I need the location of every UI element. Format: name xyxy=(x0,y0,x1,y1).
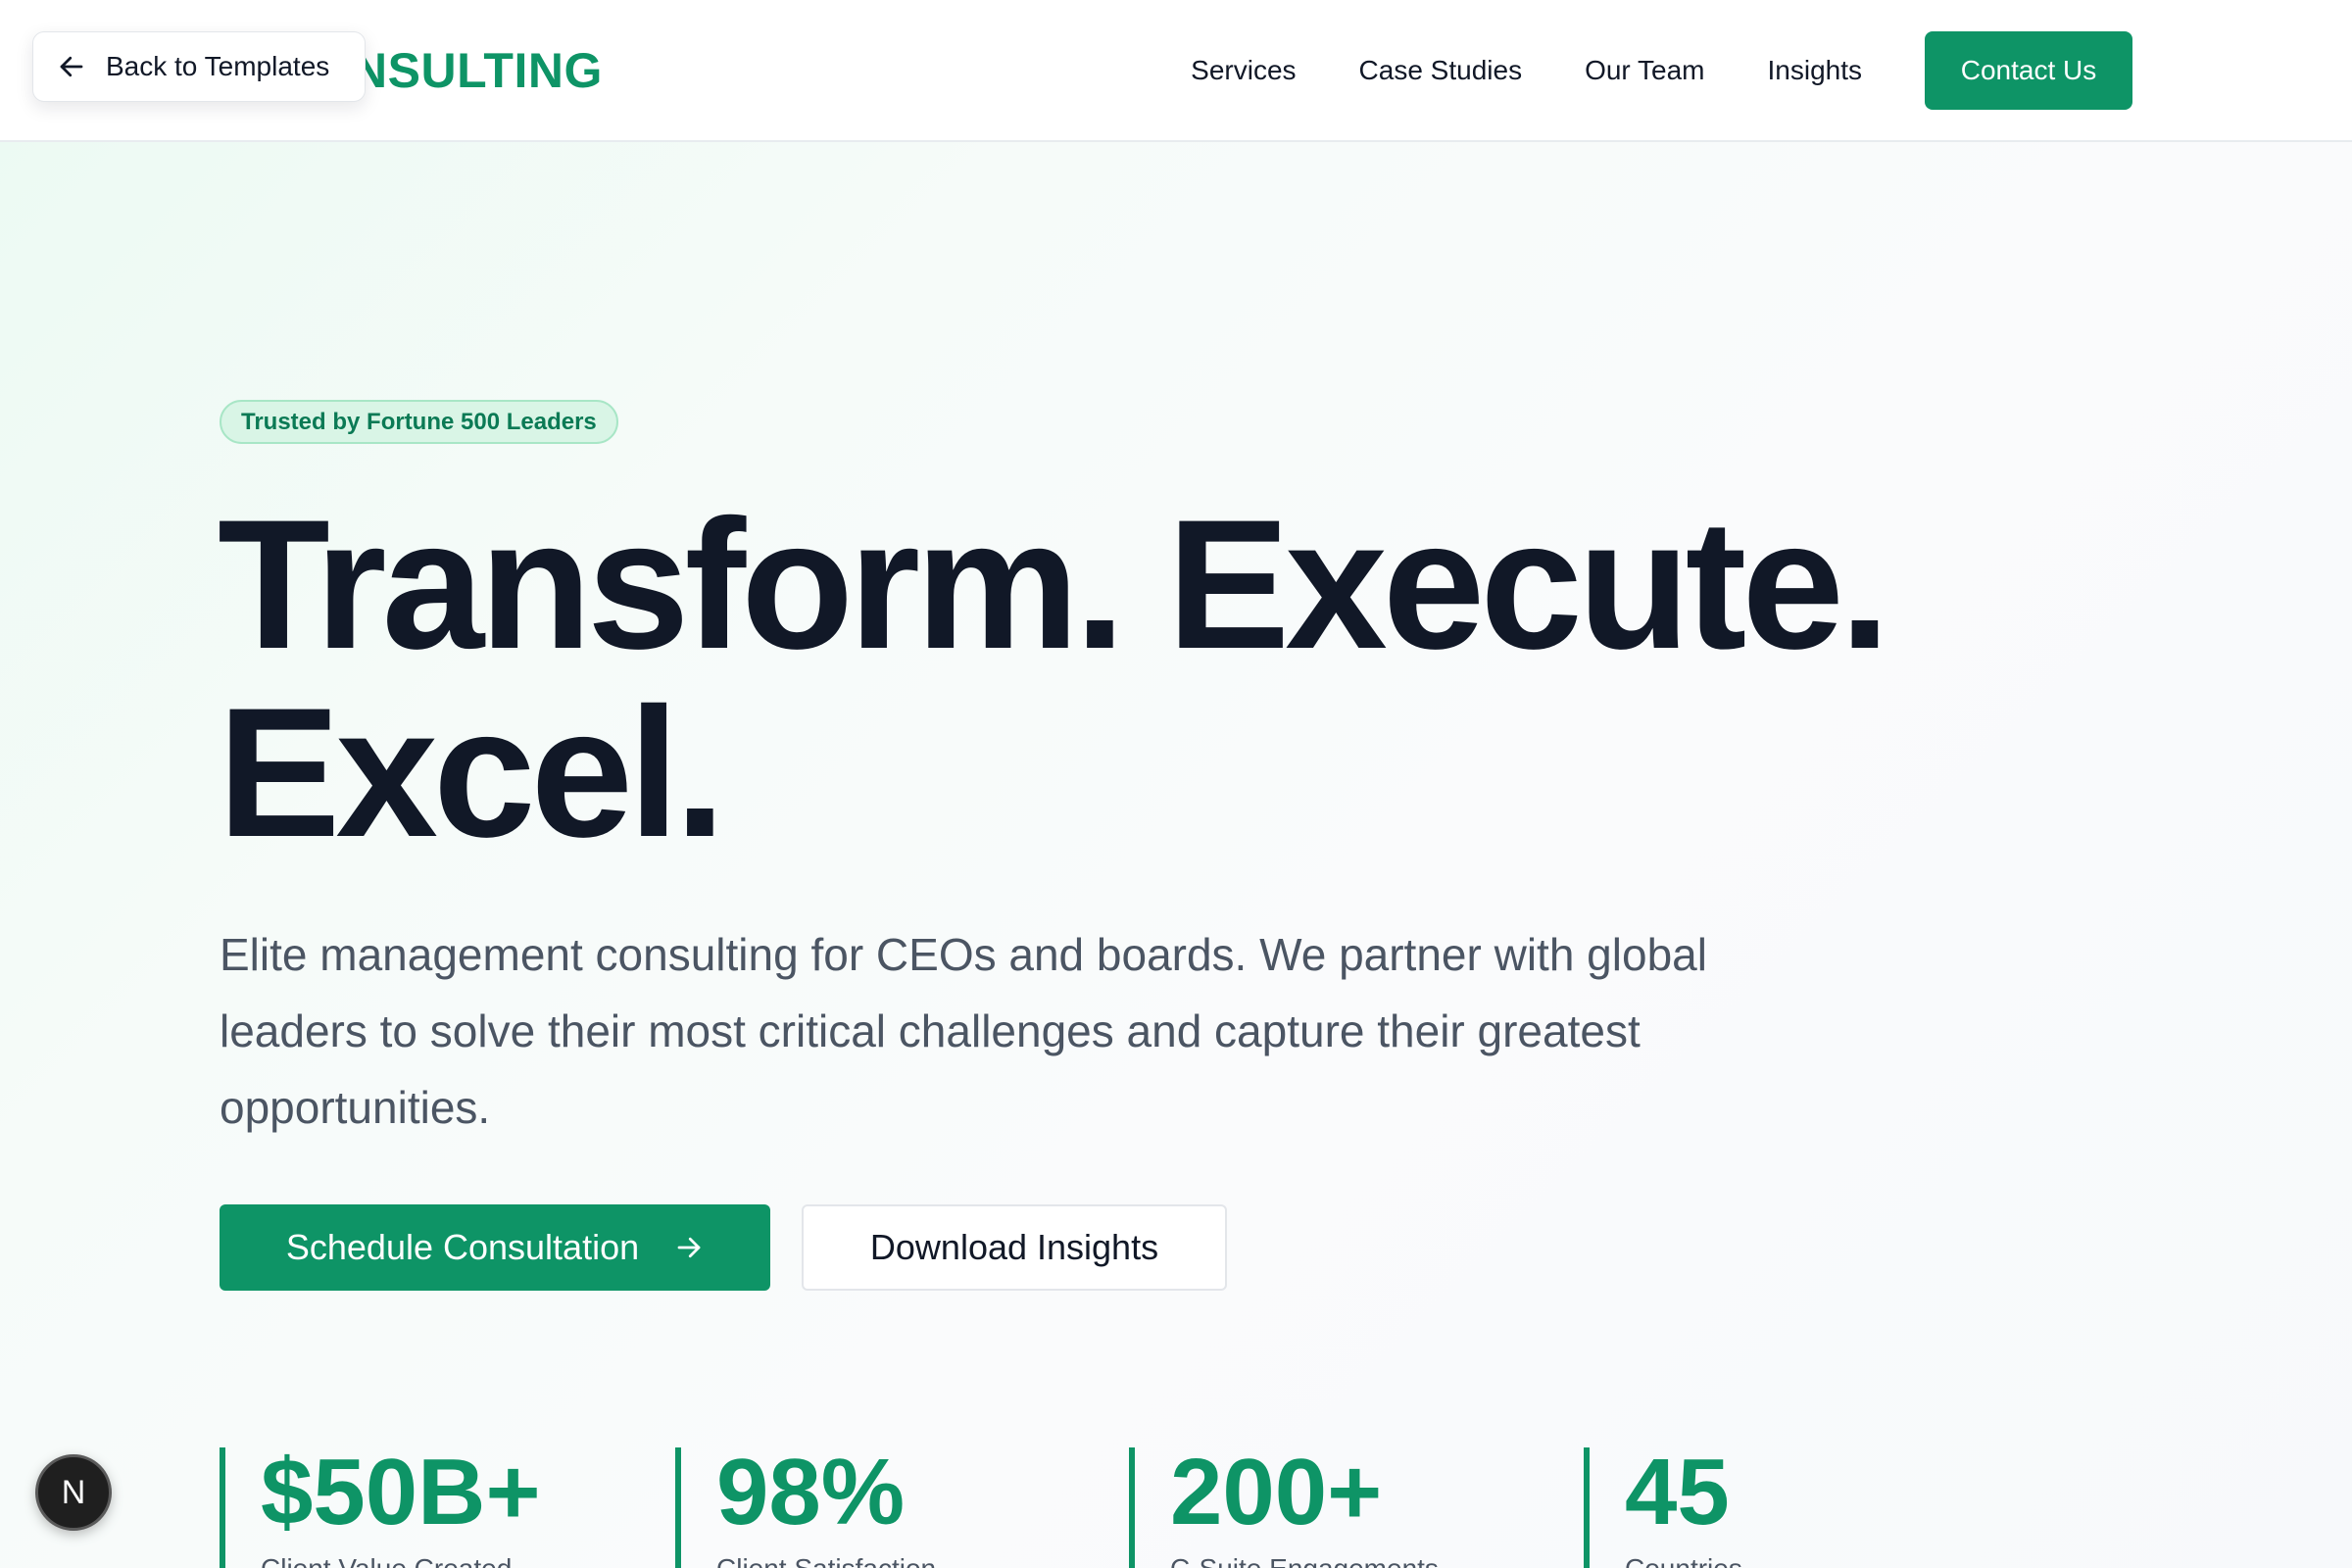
stat-client-value: $50B+ Client Value Created xyxy=(220,1440,541,1568)
stat-countries: 45 Countries xyxy=(1584,1440,1742,1568)
stat-label: C-Suite Engagements xyxy=(1170,1553,1439,1568)
stat-value: 200+ xyxy=(1170,1440,1383,1544)
main-nav: Services Case Studies Our Team Insights … xyxy=(1191,31,2132,110)
nav-link-services[interactable]: Services xyxy=(1191,55,1296,86)
back-to-templates-button[interactable]: Back to Templates xyxy=(32,31,366,102)
arrow-right-icon xyxy=(677,1237,701,1258)
schedule-consultation-label: Schedule Consultation xyxy=(285,1227,640,1267)
schedule-consultation-button[interactable]: Schedule Consultation xyxy=(220,1204,770,1291)
stat-value: 98% xyxy=(716,1440,906,1544)
stat-c-suite-engagements: 200+ C-Suite Engagements xyxy=(1129,1440,1439,1568)
hero-subtext: Elite management consulting for CEOs and… xyxy=(220,929,1707,1133)
back-to-templates-label: Back to Templates xyxy=(106,51,330,81)
nav-link-our-team[interactable]: Our Team xyxy=(1585,55,1704,86)
dev-tools-badge[interactable]: N xyxy=(35,1454,112,1531)
stat-client-satisfaction: 98% Client Satisfaction xyxy=(675,1440,936,1568)
trust-badge: Trusted by Fortune 500 Leaders xyxy=(220,400,618,444)
stat-label: Client Satisfaction xyxy=(716,1553,936,1568)
stat-label: Client Value Created xyxy=(261,1553,541,1568)
arrow-left-icon xyxy=(60,56,83,77)
nav-link-insights[interactable]: Insights xyxy=(1768,55,1863,86)
hero-headline-line-2: Excel. xyxy=(218,669,726,875)
nav-link-case-studies[interactable]: Case Studies xyxy=(1359,55,1523,86)
hero-headline-line-1: Transform. Execute. xyxy=(218,481,1890,687)
page: CONSULTING Services Case Studies Our Tea… xyxy=(0,0,2352,1568)
stat-value: $50B+ xyxy=(261,1440,541,1544)
stat-value: 45 xyxy=(1625,1440,1730,1544)
stat-label: Countries xyxy=(1625,1553,1742,1568)
contact-us-button[interactable]: Contact Us xyxy=(1925,31,2132,110)
hero-headline: Transform. Execute. Excel. xyxy=(218,490,1982,866)
download-insights-button[interactable]: Download Insights xyxy=(802,1204,1227,1291)
